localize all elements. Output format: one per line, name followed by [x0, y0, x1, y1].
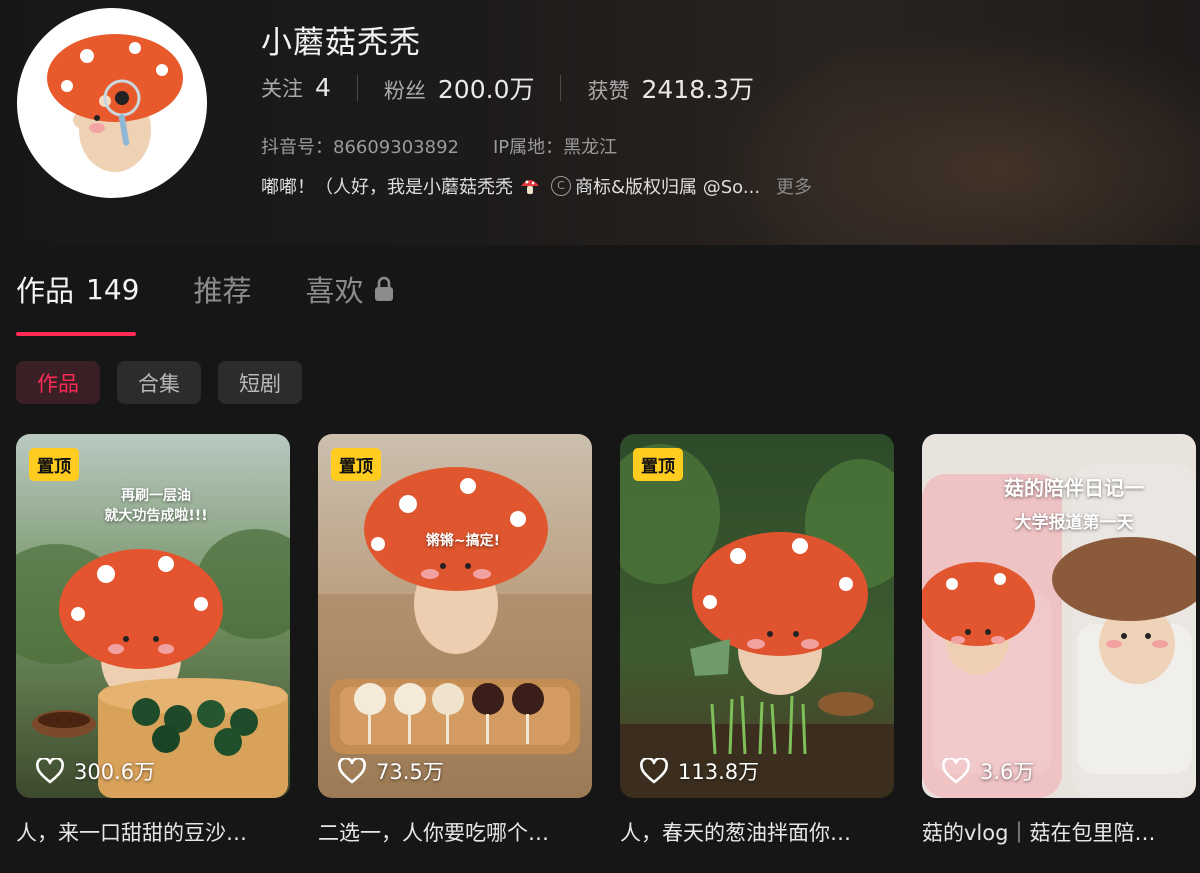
pinned-badge: 置顶: [29, 448, 79, 481]
bio-more-link[interactable]: 更多: [776, 173, 812, 199]
tab-works[interactable]: 作品 149: [16, 268, 139, 310]
video-thumbnail[interactable]: 置顶 113.8万: [620, 434, 894, 798]
likes-stat: 获赞 2418.3万: [587, 70, 753, 106]
like-count: 300.6万: [36, 756, 155, 786]
profile-bio: 嘟嘟！（人好，我是小蘑菇秃秃 C 商标&版权归属 @So... 更多: [261, 173, 812, 199]
pinned-badge: 置顶: [633, 448, 683, 481]
video-title[interactable]: 人，来一口甜甜的豆沙…: [16, 817, 286, 847]
stat-divider: [560, 75, 562, 101]
mushroom-avatar-illustration: [47, 34, 183, 172]
tab-recommend[interactable]: 推荐: [193, 268, 251, 310]
heart-icon: [640, 758, 668, 784]
video-grid: 再刷一层油 就大功告成啦!!! 置顶 300.6万 人，来一口甜甜的豆沙… 锵锵…: [16, 434, 1196, 847]
cover-caption-title: 菇的陪伴日记一: [1004, 476, 1144, 500]
profile-stats: 关注 4 粉丝 200.0万 获赞 2418.3万: [261, 70, 754, 106]
bio-text: 嘟嘟！（人好，我是小蘑菇秃秃: [261, 177, 513, 198]
likes-received-count: 2418.3万: [641, 75, 754, 104]
video-card[interactable]: 锵锵~搞定! 置顶 73.5万 二选一，人你要吃哪个…: [318, 434, 592, 847]
video-thumbnail[interactable]: 菇的陪伴日记一 大学报道第一天 3.6万: [922, 434, 1196, 798]
pinned-badge: 置顶: [331, 448, 381, 481]
cover-caption-text: 再刷一层油 就大功告成啦!!!: [104, 488, 208, 524]
video-thumbnail[interactable]: 锵锵~搞定! 置顶 73.5万: [318, 434, 592, 798]
chip-short-dramas[interactable]: 短剧: [218, 361, 302, 404]
video-cover-image: [318, 434, 592, 798]
heart-icon: [36, 758, 64, 784]
ip-location: IP属地：黑龙江: [492, 137, 618, 158]
stat-divider: [356, 75, 358, 101]
heart-icon: [338, 758, 366, 784]
followers-count: 200.0万: [437, 75, 535, 104]
tab-works-label: 作品: [16, 274, 75, 308]
chip-works[interactable]: 作品: [16, 361, 100, 404]
like-count: 73.5万: [338, 756, 444, 786]
cover-caption-text: 锵锵~搞定!: [425, 533, 501, 549]
video-title[interactable]: 人，春天的葱油拌面你…: [620, 817, 890, 847]
video-title[interactable]: 菇的vlog｜菇在包里陪…: [922, 817, 1192, 847]
like-count: 3.6万: [942, 756, 1034, 786]
like-count-value: 113.8万: [678, 760, 760, 784]
avatar[interactable]: [17, 8, 207, 198]
tab-works-count: 149: [86, 272, 140, 306]
video-thumbnail[interactable]: 再刷一层油 就大功告成啦!!! 置顶 300.6万: [16, 434, 290, 798]
active-tab-indicator: [16, 332, 136, 336]
tab-likes-label: 喜欢: [305, 274, 364, 308]
works-filter-chips: 作品 合集 短剧: [16, 361, 319, 404]
cover-caption-subtitle: 大学报道第一天: [1014, 513, 1134, 533]
video-card[interactable]: 再刷一层油 就大功告成啦!!! 置顶 300.6万 人，来一口甜甜的豆沙…: [16, 434, 290, 847]
douyin-id: 抖音号：86609303892: [261, 137, 459, 158]
following-label: 关注: [261, 77, 303, 101]
like-count-value: 73.5万: [376, 760, 444, 784]
profile-meta: 抖音号：86609303892 IP属地：黑龙江: [261, 133, 651, 159]
tab-likes[interactable]: 喜欢: [305, 268, 395, 310]
like-count: 113.8万: [640, 756, 759, 786]
video-card[interactable]: 置顶 113.8万 人，春天的葱油拌面你…: [620, 434, 894, 847]
video-title[interactable]: 二选一，人你要吃哪个…: [318, 817, 588, 847]
chip-collections[interactable]: 合集: [117, 361, 201, 404]
mushroom-emoji-icon: [521, 180, 539, 194]
like-count-value: 3.6万: [980, 760, 1035, 784]
copyright-icon: C: [551, 176, 571, 196]
bio-trademark-text: 商标&版权归属 @So...: [575, 177, 761, 198]
profile-name: 小蘑菇秃秃: [261, 25, 421, 61]
profile-tabs: 作品 149 推荐 喜欢: [16, 268, 450, 310]
following-stat[interactable]: 关注 4: [261, 73, 331, 103]
video-card[interactable]: 菇的陪伴日记一 大学报道第一天 3.6万 菇的vlog｜菇在包里陪…: [922, 434, 1196, 847]
followers-stat[interactable]: 粉丝 200.0万: [384, 70, 535, 106]
likes-received-label: 获赞: [587, 79, 630, 103]
following-count: 4: [315, 73, 331, 102]
heart-icon: [942, 758, 970, 784]
tab-recommend-label: 推荐: [193, 274, 252, 308]
like-count-value: 300.6万: [74, 760, 156, 784]
followers-label: 粉丝: [383, 79, 426, 103]
lock-icon: [374, 276, 393, 301]
video-cover-image: [620, 434, 894, 798]
